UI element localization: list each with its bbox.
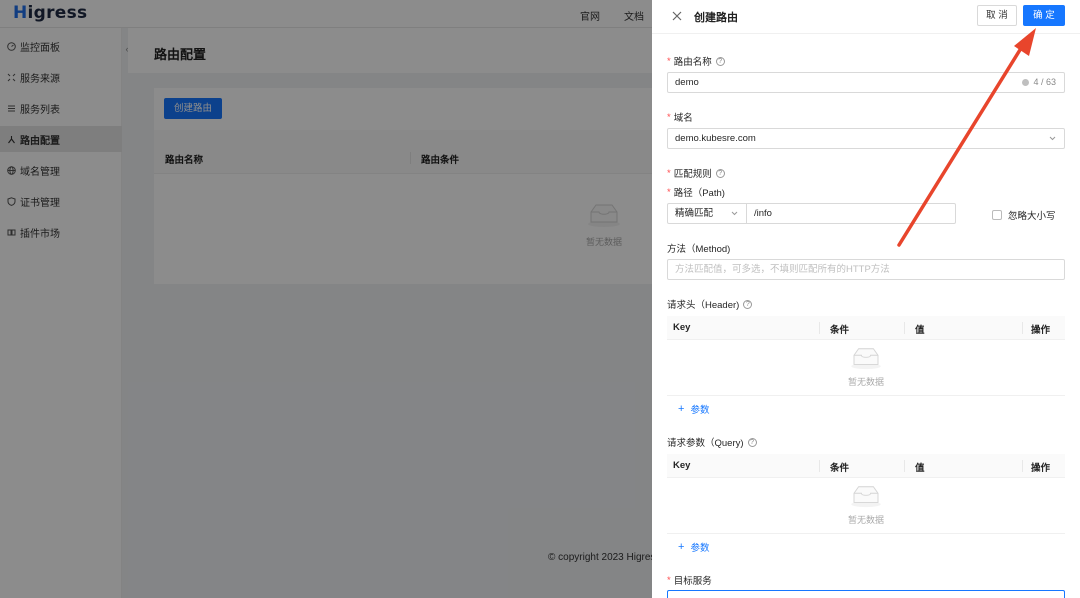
annotation-arrow xyxy=(897,28,1036,247)
